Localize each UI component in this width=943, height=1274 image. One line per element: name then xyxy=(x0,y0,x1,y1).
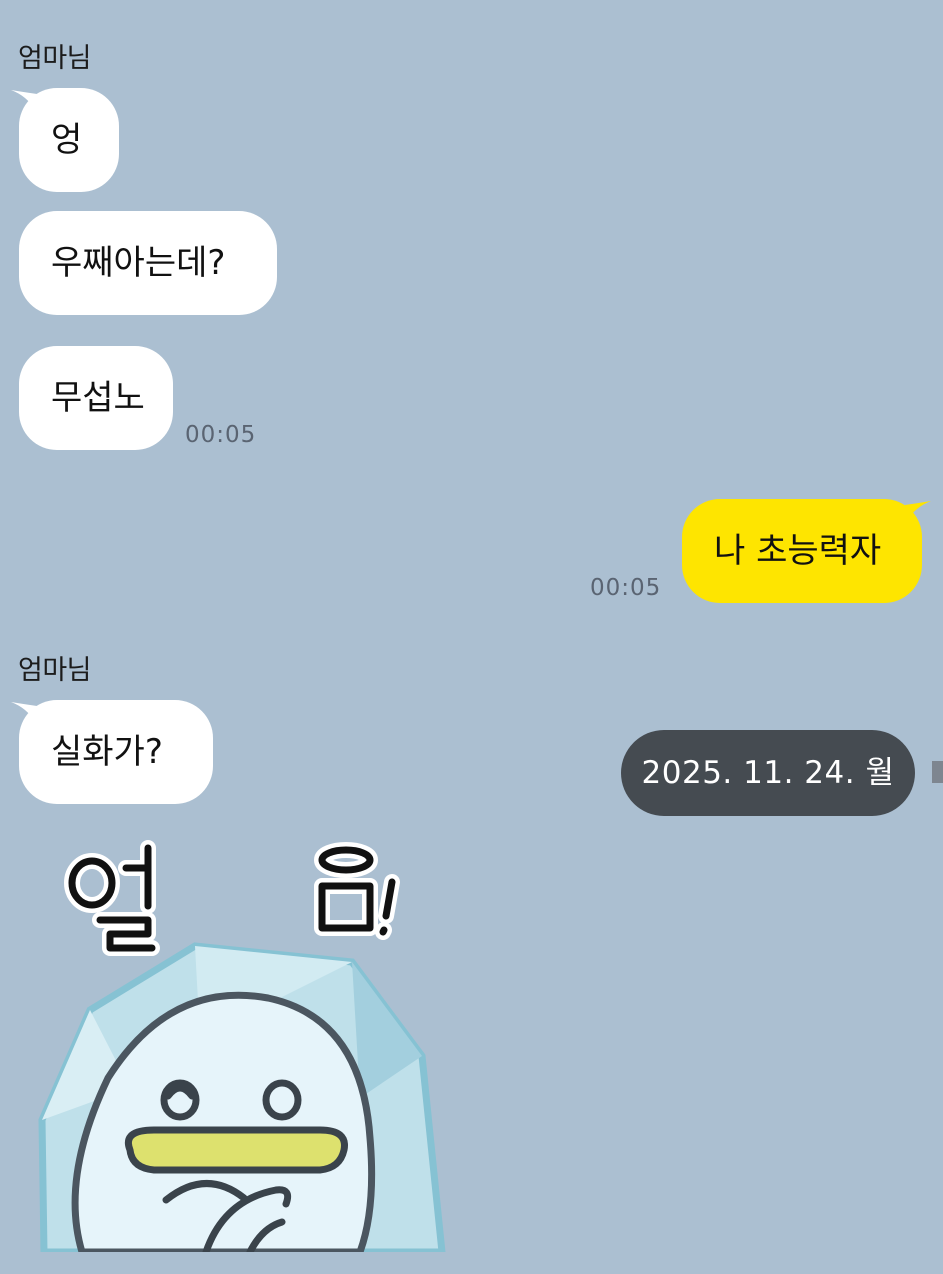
message-bubble[interactable]: 우째아는데? xyxy=(19,211,277,315)
message-bubble[interactable]: 무섭노 xyxy=(19,346,173,450)
ice-bird-sticker[interactable] xyxy=(30,838,460,1252)
message-bubble[interactable]: 엉 xyxy=(19,88,119,192)
scrollbar-handle[interactable] xyxy=(932,761,943,783)
sender-name[interactable]: 엄마님 xyxy=(18,648,92,687)
sticker-caption-art xyxy=(64,840,400,956)
sender-name[interactable]: 엄마님 xyxy=(18,36,92,75)
message-time: 00:05 xyxy=(185,422,257,448)
message-time: 00:05 xyxy=(590,575,662,601)
sent-message-bubble[interactable]: 나 초능력자 xyxy=(682,499,922,603)
date-divider: 2025. 11. 24. 월 xyxy=(621,730,915,816)
bubble-tail xyxy=(905,501,931,521)
message-bubble[interactable]: 실화가? xyxy=(19,700,213,804)
